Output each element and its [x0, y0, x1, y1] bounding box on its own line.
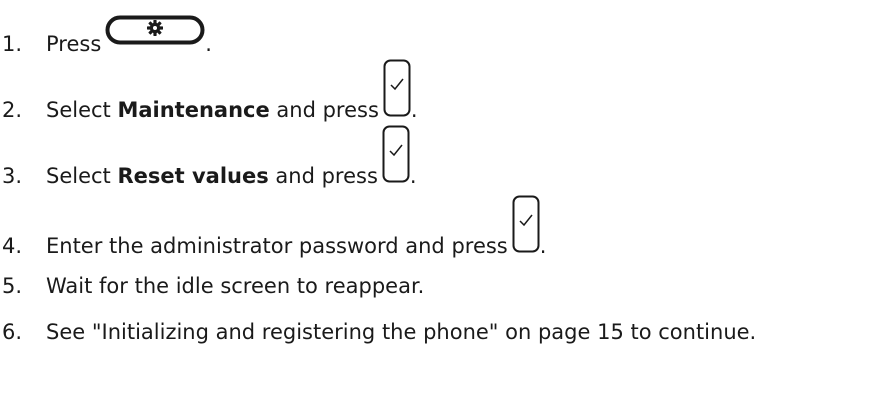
step-number: 3. — [2, 164, 23, 188]
menu-item-reset-values: Reset values — [117, 164, 269, 188]
step-text-after: and press — [269, 98, 379, 122]
step-text-before: Select — [46, 164, 118, 188]
step-number: 2. — [2, 98, 23, 122]
step-text: Select Maintenance and press — [46, 98, 379, 122]
ok-check-key-icon — [382, 125, 410, 188]
settings-key-icon — [105, 15, 205, 50]
step-text-cross-reference: See "Initializing and registering the ph… — [46, 320, 757, 344]
step-text-before: Press — [46, 32, 102, 56]
ok-check-key-icon — [512, 195, 540, 258]
step-text-before: Wait for the idle screen to reappear. — [46, 274, 425, 298]
step-end: . — [539, 234, 547, 258]
step-end: . — [410, 98, 418, 122]
step-4: 4. Enter the administrator password and … — [0, 195, 547, 258]
step-number: 1. — [2, 32, 23, 56]
step-number: 4. — [2, 234, 23, 258]
step-text: Press — [46, 32, 101, 56]
ok-key-svg — [382, 125, 410, 183]
menu-item-maintenance: Maintenance — [117, 98, 270, 122]
step-text-before: Enter the administrator password and pre… — [46, 234, 508, 258]
step-3: 3. Select Reset values and press . — [0, 125, 417, 188]
ok-key-svg — [512, 195, 540, 253]
ok-key-svg — [383, 59, 411, 117]
step-end: . — [205, 32, 212, 56]
step-text: See "Initializing and registering the ph… — [46, 320, 756, 344]
step-1: 1. Press . — [0, 0, 212, 56]
step-end: . — [409, 164, 417, 188]
step-number: 5. — [2, 274, 23, 298]
instruction-steps: 1. Press . 2. Select Maintenance and pre… — [0, 0, 893, 414]
ok-check-key-icon — [383, 59, 411, 122]
step-6: 6. See "Initializing and registering the… — [0, 318, 756, 344]
step-text-after: and press — [268, 164, 378, 188]
step-2: 2. Select Maintenance and press . — [0, 59, 418, 122]
step-text: Wait for the idle screen to reappear. — [46, 274, 424, 298]
settings-key-svg — [105, 15, 205, 45]
step-text: Enter the administrator password and pre… — [46, 234, 508, 258]
step-text-before: Select — [46, 98, 118, 122]
step-5: 5. Wait for the idle screen to reappear. — [0, 272, 424, 298]
step-number: 6. — [2, 320, 23, 344]
step-text: Select Reset values and press — [46, 164, 378, 188]
